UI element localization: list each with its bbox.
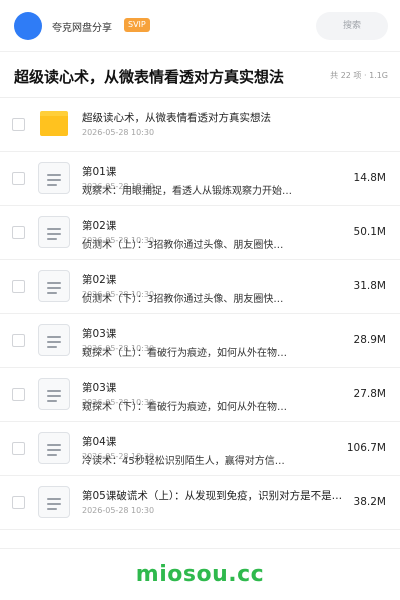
item-name: 第01课 <box>82 166 117 178</box>
item-size: 27.8M <box>353 388 386 400</box>
item-name: 第02课 <box>82 274 117 286</box>
document-icon <box>38 270 70 302</box>
item-size: 50.1M <box>353 226 386 238</box>
user-name: 夸克网盘分享 <box>52 23 112 34</box>
document-icon <box>38 216 70 248</box>
checkbox[interactable] <box>12 496 25 509</box>
item-name: 第02课 <box>82 220 117 232</box>
top-header: 夸克网盘分享 SVIP 搜索 <box>0 0 400 52</box>
item-name: 第05课破谎术（上）：从发现到免疫，识别对方是不是… <box>82 490 343 502</box>
item-name: 第03课 <box>82 382 117 394</box>
checkbox[interactable] <box>12 442 25 455</box>
item-size: 106.7M <box>346 442 386 454</box>
item-size: 38.2M <box>353 496 386 508</box>
list-item-folder[interactable]: 超级读心术，从微表情看透对方真实想法 2026-05-28 10:30 <box>0 98 400 152</box>
search-input[interactable]: 搜索 <box>316 12 388 40</box>
folder-icon <box>40 111 68 136</box>
item-name: 第03课 <box>82 328 117 340</box>
svip-badge: SVIP <box>124 18 150 32</box>
list-item[interactable]: 第04课 2026-05-28 10:30 冷读术：45秒轻松识别陌生人，赢得对… <box>0 422 400 476</box>
document-icon <box>38 378 70 410</box>
item-date: 2026-05-28 10:30 <box>82 128 155 137</box>
item-subtitle: 窥探术（下）：看破行为痕迹，如何从外在物… <box>82 402 287 413</box>
list-item[interactable]: 第02课 2026-05-28 10:30 侦测术（下）：3招教你通过头像、朋友… <box>0 260 400 314</box>
item-size: 14.8M <box>353 172 386 184</box>
item-size: 31.8M <box>353 280 386 292</box>
share-meta: 共 22 项 · 1.1G <box>330 71 388 80</box>
share-title-bar: 超级读心术，从微表情看透对方真实想法 共 22 项 · 1.1G <box>0 52 400 98</box>
item-name: 超级读心术，从微表情看透对方真实想法 <box>82 112 271 124</box>
avatar[interactable] <box>14 12 42 40</box>
checkbox[interactable] <box>12 118 25 131</box>
document-icon <box>38 486 70 518</box>
checkbox[interactable] <box>12 172 25 185</box>
list-item[interactable]: 第02课 2026-05-28 10:30 侦测术（上）：3招教你通过头像、朋友… <box>0 206 400 260</box>
watermark: miosou.cc <box>135 562 265 587</box>
list-item[interactable]: 第05课破谎术（上）：从发现到免疫，识别对方是不是… 2026-05-28 10… <box>0 476 400 530</box>
checkbox[interactable] <box>12 388 25 401</box>
item-subtitle: 窥探术（上）：看破行为痕迹，如何从外在物… <box>82 348 287 359</box>
document-icon <box>38 162 70 194</box>
document-icon <box>38 432 70 464</box>
item-subtitle: 冷读术：45秒轻松识别陌生人，赢得对方信… <box>82 456 285 467</box>
item-name: 第04课 <box>82 436 117 448</box>
checkbox[interactable] <box>12 280 25 293</box>
list-item[interactable]: 第03课 2026-05-28 10:30 窥探术（下）：看破行为痕迹，如何从外… <box>0 368 400 422</box>
item-subtitle: 侦测术（上）：3招教你通过头像、朋友圈快… <box>82 240 284 251</box>
checkbox[interactable] <box>12 334 25 347</box>
list-item[interactable]: 第03课 2026-05-28 10:30 窥探术（上）：看破行为痕迹，如何从外… <box>0 314 400 368</box>
item-subtitle: 观察术：用眼捕捉，看透人从锻炼观察力开始… <box>82 186 292 197</box>
page-title: 超级读心术，从微表情看透对方真实想法 <box>14 68 285 86</box>
list-item[interactable]: 第01课 2026-05-28 10:30 观察术：用眼捕捉，看透人从锻炼观察力… <box>0 152 400 206</box>
item-subtitle: 侦测术（下）：3招教你通过头像、朋友圈快… <box>82 294 284 305</box>
item-size: 28.9M <box>353 334 386 346</box>
document-icon <box>38 324 70 356</box>
item-date: 2026-05-28 10:30 <box>82 506 155 515</box>
checkbox[interactable] <box>12 226 25 239</box>
